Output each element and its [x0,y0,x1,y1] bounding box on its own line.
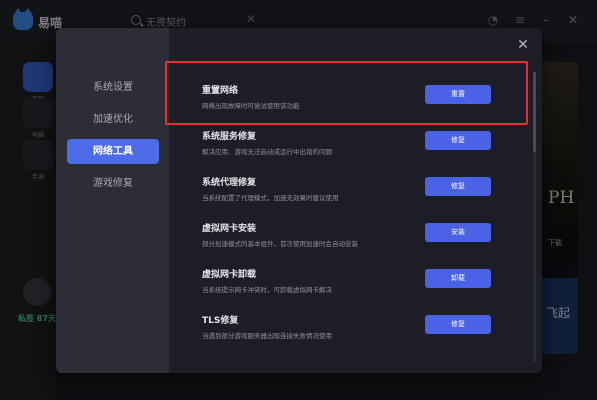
dialog-scrollbar[interactable] [533,72,536,362]
tool-title: 系统服务修复 [202,132,257,142]
tool-desc: 部分加速模式的基本组件，首次使用加速时会自动安装 [202,240,358,248]
tool-title: 虚拟网卡安装 [202,224,257,234]
nav-item-game-repair[interactable]: 游戏修复 [67,171,159,196]
vnic-uninstall-button[interactable]: 卸载 [425,269,491,288]
tool-row-vnic-install: 虚拟网卡安装 部分加速模式的基本组件，首次使用加速时会自动安装 安装 [169,221,542,261]
vnic-install-button[interactable]: 安装 [425,223,491,242]
scroll-thumb[interactable] [533,72,536,152]
proxy-repair-button[interactable]: 修复 [425,177,491,196]
tool-row-service-repair: 系统服务修复 解决应用、游戏无法启动或运行中出错的问题 修复 [169,129,542,169]
tool-title: 系统代理修复 [202,178,257,188]
tls-repair-button[interactable]: 修复 [425,315,491,334]
tool-title: 虚拟网卡卸载 [202,270,257,280]
tool-row-tls-repair: TLS修复 当遇到部分游戏服务器出现连接失败情况使用 修复 [169,313,542,353]
nav-item-system-settings[interactable]: 系统设置 [67,75,159,100]
nav-item-acceleration[interactable]: 加速优化 [67,107,159,132]
tool-row-vnic-uninstall: 虚拟网卡卸载 当系统提示网卡冲突时，可卸载虚拟网卡解决 卸载 [169,267,542,307]
service-repair-button[interactable]: 修复 [425,131,491,150]
highlight-annotation-box [165,61,528,125]
tool-title: TLS修复 [202,316,239,326]
tool-desc: 当系统提示网卡冲突时，可卸载虚拟网卡解决 [202,286,332,294]
nav-item-network-tools[interactable]: 网络工具 [67,139,159,164]
tool-row-proxy-repair: 系统代理修复 当系统配置了代理模式，加速无效果时建议使用 修复 [169,175,542,215]
tool-desc: 当系统配置了代理模式，加速无效果时建议使用 [202,194,339,202]
tool-desc: 解决应用、游戏无法启动或运行中出错的问题 [202,148,332,156]
tool-desc: 当遇到部分游戏服务器出现连接失败情况使用 [202,332,332,340]
settings-nav: 系统设置 加速优化 网络工具 游戏修复 [56,28,169,373]
